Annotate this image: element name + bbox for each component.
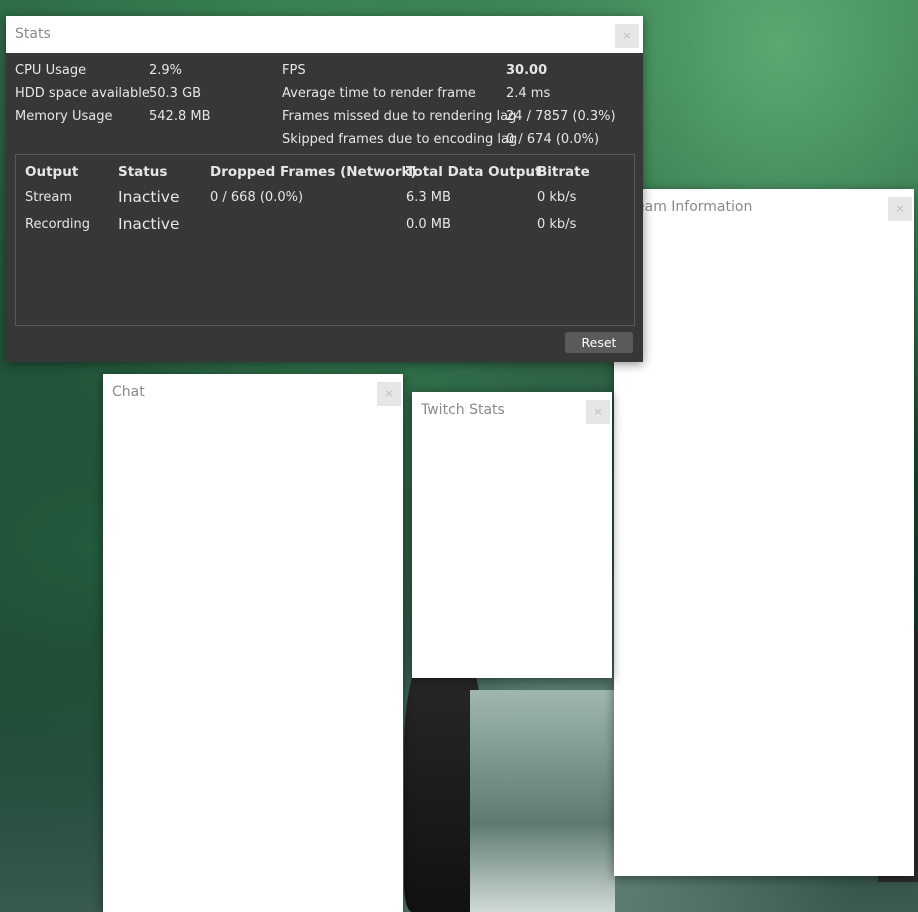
header-status: Status <box>118 164 168 180</box>
stats-window: Stats × CPU Usage 2.9% HDD space availab… <box>6 16 643 362</box>
avg-render-time-label: Average time to render frame <box>282 86 476 101</box>
cpu-usage-value: 2.9% <box>149 63 183 78</box>
recording-status: Inactive <box>118 215 180 233</box>
twitch-stats-title: Twitch Stats <box>421 402 505 418</box>
stream-dropped-frames: 0 / 668 (0.0%) <box>210 190 304 205</box>
chat-title: Chat <box>112 384 145 400</box>
cpu-usage-label: CPU Usage <box>15 63 87 78</box>
stream-information-window: eam Information × <box>614 189 914 876</box>
recording-bitrate: 0 kb/s <box>537 217 577 232</box>
skipped-frames-label: Skipped frames due to encoding lag <box>282 132 518 147</box>
fps-value: 30.00 <box>506 63 548 78</box>
skipped-frames-value: 0 / 674 (0.0%) <box>506 132 600 147</box>
stream-bitrate: 0 kb/s <box>537 190 577 205</box>
background-waterfall <box>470 690 615 912</box>
header-dropped-frames: Dropped Frames (Network) <box>210 164 417 180</box>
twitch-stats-close-button[interactable]: × <box>586 400 610 424</box>
hdd-space-label: HDD space available <box>15 86 150 101</box>
frames-missed-value: 24 / 7857 (0.3%) <box>506 109 616 124</box>
recording-output-name: Recording <box>25 217 91 232</box>
chat-window: Chat × <box>103 374 403 912</box>
recording-total-data: 0.0 MB <box>406 217 451 232</box>
outputs-table: Output Status Dropped Frames (Network) T… <box>15 154 635 326</box>
chat-close-button[interactable]: × <box>377 382 401 406</box>
header-output: Output <box>25 164 79 180</box>
stream-status: Inactive <box>118 188 180 206</box>
memory-usage-value: 542.8 MB <box>149 109 211 124</box>
avg-render-time-value: 2.4 ms <box>506 86 551 101</box>
frames-missed-label: Frames missed due to rendering lag <box>282 109 517 124</box>
stream-information-title: eam Information <box>636 199 753 215</box>
twitch-stats-window: Twitch Stats × <box>412 392 612 678</box>
stats-title: Stats <box>6 16 643 53</box>
fps-label: FPS <box>282 63 306 78</box>
header-bitrate: Bitrate <box>537 164 590 180</box>
stream-information-close-button[interactable]: × <box>888 197 912 221</box>
memory-usage-label: Memory Usage <box>15 109 113 124</box>
stats-close-button[interactable]: × <box>615 24 639 48</box>
reset-button[interactable]: Reset <box>565 332 633 353</box>
header-total-data-output: Total Data Output <box>406 164 542 180</box>
hdd-space-value: 50.3 GB <box>149 86 202 101</box>
stream-total-data: 6.3 MB <box>406 190 451 205</box>
stream-output-name: Stream <box>25 190 73 205</box>
